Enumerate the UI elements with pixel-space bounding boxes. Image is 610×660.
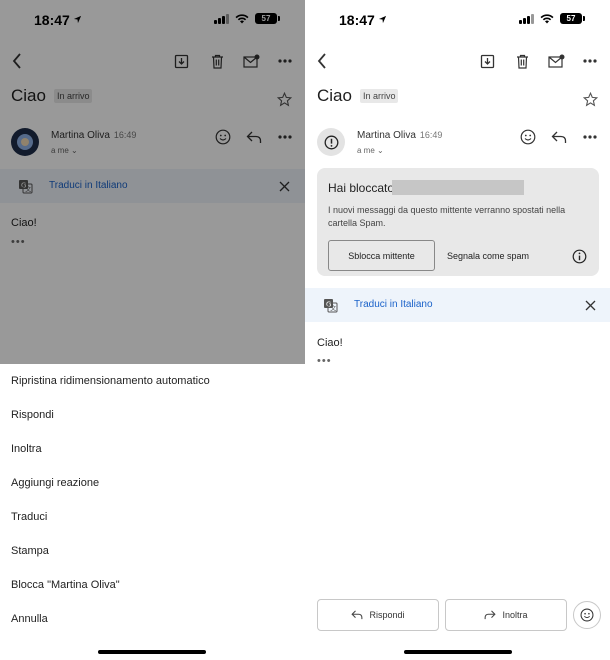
blocked-sender-avatar[interactable] [317, 128, 345, 156]
forward-button-label: Inoltra [502, 610, 528, 620]
folder-badge[interactable]: In arrivo [359, 89, 399, 103]
recipient-label: a me [357, 146, 375, 155]
email-subject-row: Ciao In arrivo [317, 86, 399, 106]
chevron-down-icon: ⌄ [377, 146, 384, 155]
status-icons: 57 [519, 13, 585, 24]
menu-item-reply[interactable]: Rispondi [11, 409, 54, 421]
reply-icon [351, 610, 363, 620]
translate-link[interactable]: Traduci in Italiano [354, 299, 433, 310]
location-arrow-icon [378, 15, 386, 24]
emoji-icon [580, 608, 594, 622]
menu-item-block-sender[interactable]: Blocca "Martina Oliva" [11, 579, 120, 591]
more-horizontal-icon[interactable] [582, 133, 598, 141]
reply-icon[interactable] [550, 129, 568, 145]
reply-button-label: Rispondi [369, 610, 405, 620]
reply-button[interactable]: Rispondi [317, 599, 439, 631]
forward-icon [485, 610, 497, 620]
trash-icon[interactable] [514, 53, 530, 69]
sender-name: Martina Oliva [357, 130, 416, 141]
blocked-title: Hai bloccato [328, 181, 395, 195]
cellular-signal-icon [519, 13, 534, 24]
email-body: Ciao! [317, 337, 343, 349]
exclamation-icon [323, 134, 339, 150]
dim-overlay[interactable] [0, 0, 305, 364]
menu-item-print[interactable]: Stampa [11, 545, 49, 557]
show-trimmed-content[interactable]: ••• [317, 355, 332, 367]
email-subject: Ciao [317, 86, 352, 105]
menu-item-forward[interactable]: Inoltra [11, 443, 42, 455]
home-indicator[interactable] [98, 650, 206, 654]
menu-item-translate[interactable]: Traduci [11, 511, 47, 523]
menu-item-auto-resize[interactable]: Ripristina ridimensionamento automatico [11, 375, 210, 387]
mail-unread-icon[interactable] [547, 53, 565, 69]
report-spam-button[interactable]: Segnala come spam [447, 251, 529, 261]
email-time: 16:49 [419, 130, 443, 140]
svg-text:文: 文 [330, 304, 336, 312]
status-time: 18:47 [339, 12, 387, 28]
emoji-icon[interactable] [519, 128, 537, 146]
translate-bar[interactable]: G文 Traduci in Italiano [305, 288, 610, 322]
menu-item-cancel[interactable]: Annulla [11, 613, 48, 625]
unblock-sender-button[interactable]: Sblocca mittente [328, 240, 435, 271]
battery-icon: 57 [560, 13, 585, 24]
redacted-email-address [392, 180, 524, 195]
right-screen: 18:47 57 Ciao In arrivo Martina Oliva 16:… [305, 0, 610, 660]
unblock-sender-label: Sblocca mittente [348, 250, 415, 261]
add-reaction-button[interactable] [573, 601, 601, 629]
recipient-toggle[interactable]: a me ⌄ [357, 146, 384, 155]
left-screen: 18:47 57 Ciao In arrivo Martina Oliva 16:… [0, 0, 305, 660]
info-icon[interactable] [571, 248, 587, 264]
wifi-icon [540, 13, 554, 23]
status-bar: 18:47 57 [305, 0, 610, 40]
sender-line[interactable]: Martina Oliva 16:49 [357, 130, 442, 141]
star-icon[interactable] [582, 91, 598, 107]
context-menu-sheet: Ripristina ridimensionamento automatico … [0, 364, 305, 660]
back-chevron-icon[interactable] [313, 52, 331, 70]
forward-button[interactable]: Inoltra [445, 599, 567, 631]
more-horizontal-icon[interactable] [582, 57, 598, 65]
close-icon[interactable] [583, 298, 597, 312]
home-indicator[interactable] [404, 650, 512, 654]
blocked-sender-card: Hai bloccato I nuovi messaggi da questo … [317, 168, 599, 276]
status-time-text: 18:47 [339, 12, 375, 28]
blocked-description: I nuovi messaggi da questo mittente verr… [328, 205, 566, 228]
battery-level: 57 [566, 14, 576, 23]
menu-item-add-reaction[interactable]: Aggiungi reazione [11, 477, 99, 489]
archive-icon[interactable] [479, 53, 495, 69]
translate-icon: G文 [322, 297, 338, 313]
